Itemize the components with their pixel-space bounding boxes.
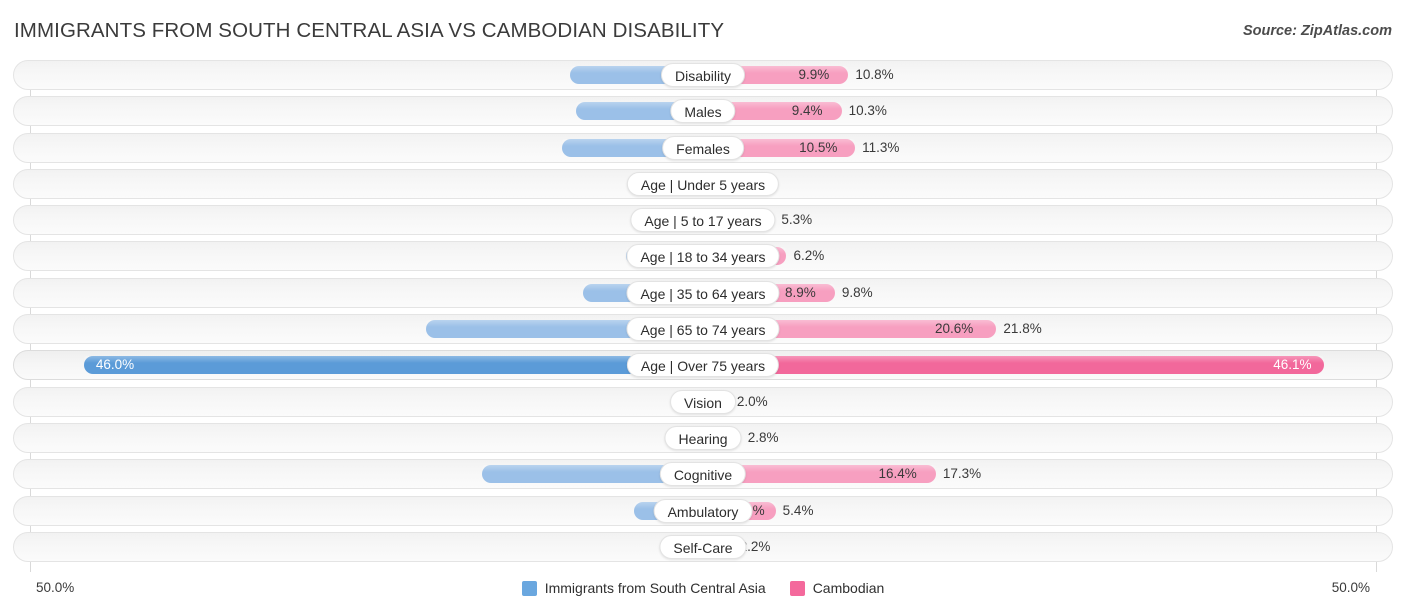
category-label: Age | 5 to 17 years xyxy=(630,208,776,233)
value-label-right: 10.8% xyxy=(855,67,894,82)
chart-row: 16.4% 17.3% Cognitive xyxy=(0,459,1406,490)
chart-row: 5.1%5.4%Ambulatory xyxy=(0,495,1406,526)
value-label-right: 2.8% xyxy=(747,429,779,445)
bar-left xyxy=(83,356,704,375)
category-label: Hearing xyxy=(664,425,742,450)
legend-swatch-icon xyxy=(521,580,537,596)
value-label-right: 9.8% xyxy=(841,284,873,300)
value-label-right: 17.3% xyxy=(942,466,982,482)
value-label-left: 20.6% xyxy=(935,321,974,337)
category-label: Self-Care xyxy=(659,534,747,559)
value-label-right: 5.3% xyxy=(781,212,813,228)
category-label: Cognitive xyxy=(659,462,747,487)
chart-row: 1.0%1.2%Age | Under 5 years xyxy=(0,168,1406,199)
legend-swatch-icon xyxy=(789,580,805,596)
chart-row: 9.9% 10.8% Disability xyxy=(0,60,1406,90)
category-label: Age | Over 75 years xyxy=(626,353,780,378)
value-label-right: 5.4% xyxy=(782,502,814,518)
value-label-right: 6.2% xyxy=(793,248,825,264)
category-label: Age | Under 5 years xyxy=(626,171,780,196)
chart-row: 4.7%5.3%Age | 5 to 17 years xyxy=(0,205,1406,236)
chart-row: 1.8%2.0%Vision xyxy=(0,386,1406,417)
chart-row: 8.9% 9.8% Age | 35 to 64 years xyxy=(0,277,1406,308)
chart-legend: Immigrants from South Central Asia Cambod… xyxy=(0,580,1406,596)
value-label-right: 2.2% xyxy=(739,538,771,554)
value-label-right: 21.8% xyxy=(1003,321,1042,337)
value-label-left: 46.0% xyxy=(95,357,135,373)
legend-item[interactable]: Cambodian xyxy=(789,580,885,596)
chart-rows: 9.9% 10.8% Disability 9.4% 10.3% Males 10.5% 11… xyxy=(0,60,1406,568)
category-label: Disability xyxy=(660,63,746,87)
category-label: Age | 65 to 74 years xyxy=(626,317,780,342)
legend-item[interactable]: Immigrants from South Central Asia xyxy=(521,580,766,596)
chart-row: 20.6% 21.8% Age | 65 to 74 years xyxy=(0,314,1406,345)
legend-label: Cambodian xyxy=(812,580,885,596)
category-label: Age | 18 to 34 years xyxy=(626,244,780,269)
chart-row: 2.6%2.8%Hearing xyxy=(0,422,1406,453)
value-label-right: 11.3% xyxy=(862,139,900,155)
chart-row: 46.0% 46.1% Age | Over 75 years xyxy=(0,350,1406,381)
chart-row: 9.4% 10.3% Males xyxy=(0,96,1406,127)
value-label-right: 46.1% xyxy=(1273,357,1312,373)
chart-row: 10.5% 11.3% Females xyxy=(0,132,1406,163)
category-label: Females xyxy=(662,135,744,160)
chart-row: 2.2%2.2%Self-Care xyxy=(0,531,1406,562)
chart-plot-area: 9.9% 10.8% Disability 9.4% 10.3% Males 10.5% 11… xyxy=(0,60,1406,572)
category-label: Vision xyxy=(670,389,736,414)
value-label-left: 16.4% xyxy=(878,466,917,482)
chart-header: IMMIGRANTS FROM SOUTH CENTRAL ASIA VS CA… xyxy=(0,0,1406,58)
category-label: Age | 35 to 64 years xyxy=(626,280,780,305)
category-label: Males xyxy=(670,99,736,124)
legend-label: Immigrants from South Central Asia xyxy=(544,580,766,596)
chart-row: 5.7%6.2%Age | 18 to 34 years xyxy=(0,241,1406,272)
category-label: Ambulatory xyxy=(653,498,753,523)
value-label-right: 10.3% xyxy=(848,103,887,119)
chart-footer: 50.0% 50.0% Immigrants from South Centra… xyxy=(0,572,1406,612)
bar-right xyxy=(703,356,1324,375)
value-label-right: 2.0% xyxy=(736,393,768,409)
page-title: IMMIGRANTS FROM SOUTH CENTRAL ASIA VS CA… xyxy=(14,19,725,42)
source-attribution: Source: ZipAtlas.com xyxy=(1242,23,1392,39)
